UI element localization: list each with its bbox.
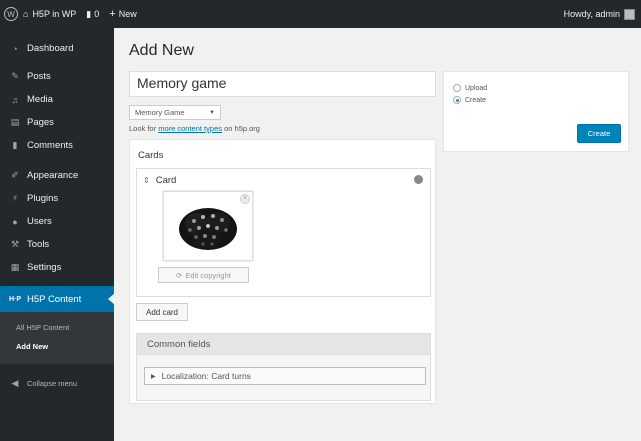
sidebar-item-posts[interactable]: ✎ Posts	[0, 65, 114, 88]
comments-link[interactable]: ▮ 0	[81, 0, 104, 28]
card-label: Card	[155, 175, 177, 186]
note-suffix: on h5p.org	[224, 124, 260, 133]
create-button[interactable]: Create	[577, 124, 621, 143]
account-menu[interactable]: Howdy, admin	[564, 0, 635, 28]
reorder-icon[interactable]: ⇕	[143, 176, 150, 185]
comment-bubble-icon: ▮	[86, 8, 92, 19]
create-radio[interactable]	[453, 96, 461, 104]
sidebar-item-tools[interactable]: ⚒ Tools	[0, 233, 114, 256]
h5p-editor: Cards ⇕ Card × ⟳ Edit copyright Add card…	[129, 139, 436, 404]
sidebar-item-label: Media	[27, 94, 53, 105]
sidebar-submenu: All H5P Content Add New	[0, 312, 114, 364]
create-option[interactable]: Create	[453, 96, 486, 104]
card-item: ⇕ Card × ⟳ Edit copyright	[136, 168, 431, 297]
sidebar-item-label: Posts	[27, 71, 51, 82]
site-name-link[interactable]: ⌂ H5P in WP	[18, 0, 81, 28]
admin-bar: W ⌂ H5P in WP ▮ 0 + New Howdy, admin	[0, 0, 641, 28]
sidebar-item-pages[interactable]: ▤ Pages	[0, 111, 114, 134]
note-prefix: Look for	[129, 124, 157, 133]
card-header: ⇕ Card	[143, 175, 176, 186]
comments-count: 0	[94, 9, 100, 19]
sidebar-item-label: Users	[27, 216, 52, 227]
sidebar-item-label: Tools	[27, 239, 50, 250]
edit-copyright-label: Edit copyright	[185, 270, 231, 280]
sidebar-item-settings[interactable]: ▦ Settings	[0, 256, 114, 279]
avatar	[624, 8, 635, 20]
new-label: New	[118, 9, 137, 19]
dashboard-icon: ◔	[12, 43, 18, 54]
comment-icon: ▮	[12, 140, 18, 150]
sidebar-item-media[interactable]: ♫ Media	[0, 88, 114, 111]
card-image[interactable]: ×	[163, 191, 253, 261]
sidebar-item-comments[interactable]: ▮ Comments	[0, 134, 114, 157]
localization-label: Localization: Card turns	[161, 371, 251, 381]
pin-icon: ✎	[11, 71, 19, 81]
sidebar-item-label: Comments	[27, 140, 73, 151]
collapse-menu-button[interactable]: ◀ Collapse menu	[0, 372, 114, 395]
collapse-icon: ◀	[11, 378, 19, 388]
copyright-icon: ⟳	[176, 270, 183, 280]
title-input[interactable]: Memory game	[129, 71, 436, 97]
remove-card-icon[interactable]	[414, 175, 423, 184]
plug-icon: ⚡	[11, 193, 19, 203]
submenu-item-add-new[interactable]: Add New	[0, 337, 114, 356]
h5p-icon: H·P	[9, 295, 22, 303]
plus-icon: +	[109, 8, 116, 20]
sidebar-item-appearance[interactable]: ✐ Appearance	[0, 164, 114, 187]
sidebar-item-label: Appearance	[27, 170, 79, 181]
admin-sidebar: ◔ Dashboard ✎ Posts ♫ Media ▤ Pages ▮ Co…	[0, 28, 115, 441]
site-name-label: H5P in WP	[32, 9, 77, 19]
upload-radio[interactable]	[453, 84, 461, 92]
localization-group[interactable]: ▶ Localization: Card turns	[144, 367, 426, 385]
greeting-label: Howdy, admin	[563, 9, 620, 19]
brush-icon: ✐	[11, 170, 19, 180]
sidebar-item-label: H5P Content	[27, 293, 82, 305]
sidebar-item-h5p-content[interactable]: H·P H5P Content	[0, 286, 115, 312]
sidebar-item-dashboard[interactable]: ◔ Dashboard	[0, 37, 114, 60]
settings-icon: ▦	[10, 262, 20, 272]
remove-image-icon[interactable]: ×	[240, 194, 250, 204]
sidebar-item-label: Settings	[27, 262, 62, 273]
common-fields-toggle[interactable]: Common fields	[136, 333, 431, 355]
upload-option[interactable]: Upload	[453, 84, 487, 92]
pages-icon: ▤	[10, 117, 20, 127]
create-option-label: Create	[465, 96, 487, 104]
chevron-down-icon: ▼	[209, 109, 215, 116]
new-content-link[interactable]: + New	[104, 0, 141, 28]
edit-copyright-button[interactable]: ⟳ Edit copyright	[158, 267, 249, 283]
media-icon: ♫	[11, 94, 19, 105]
add-card-button[interactable]: Add card	[136, 303, 188, 321]
sidebar-item-plugins[interactable]: ⚡ Plugins	[0, 187, 114, 210]
content-types-note: Look for more content types on h5p.org	[129, 124, 260, 133]
create-box: Upload Create Create	[443, 71, 629, 152]
wordpress-logo-icon[interactable]: W	[4, 7, 18, 21]
sidebar-item-label: Plugins	[27, 193, 59, 204]
chevron-right-icon: ▶	[151, 373, 156, 380]
home-icon: ⌂	[23, 9, 29, 19]
cards-label: Cards	[138, 150, 164, 161]
page-title: Add New	[129, 42, 194, 59]
blackberry-image	[179, 208, 237, 250]
collapse-label: Collapse menu	[27, 379, 78, 388]
sidebar-item-label: Pages	[27, 117, 54, 128]
content-type-select[interactable]: Memory Game ▼	[129, 105, 221, 120]
upload-label: Upload	[465, 84, 488, 92]
users-icon: ●	[12, 216, 18, 227]
common-fields-body: ▶ Localization: Card turns	[136, 355, 431, 401]
wrench-icon: ⚒	[10, 239, 20, 249]
sidebar-item-label: Dashboard	[27, 43, 74, 54]
sidebar-item-users[interactable]: ● Users	[0, 210, 114, 233]
submenu-item-all-content[interactable]: All H5P Content	[0, 318, 114, 337]
content-type-value: Memory Game	[135, 108, 185, 117]
more-content-types-link[interactable]: more content types	[158, 124, 222, 133]
